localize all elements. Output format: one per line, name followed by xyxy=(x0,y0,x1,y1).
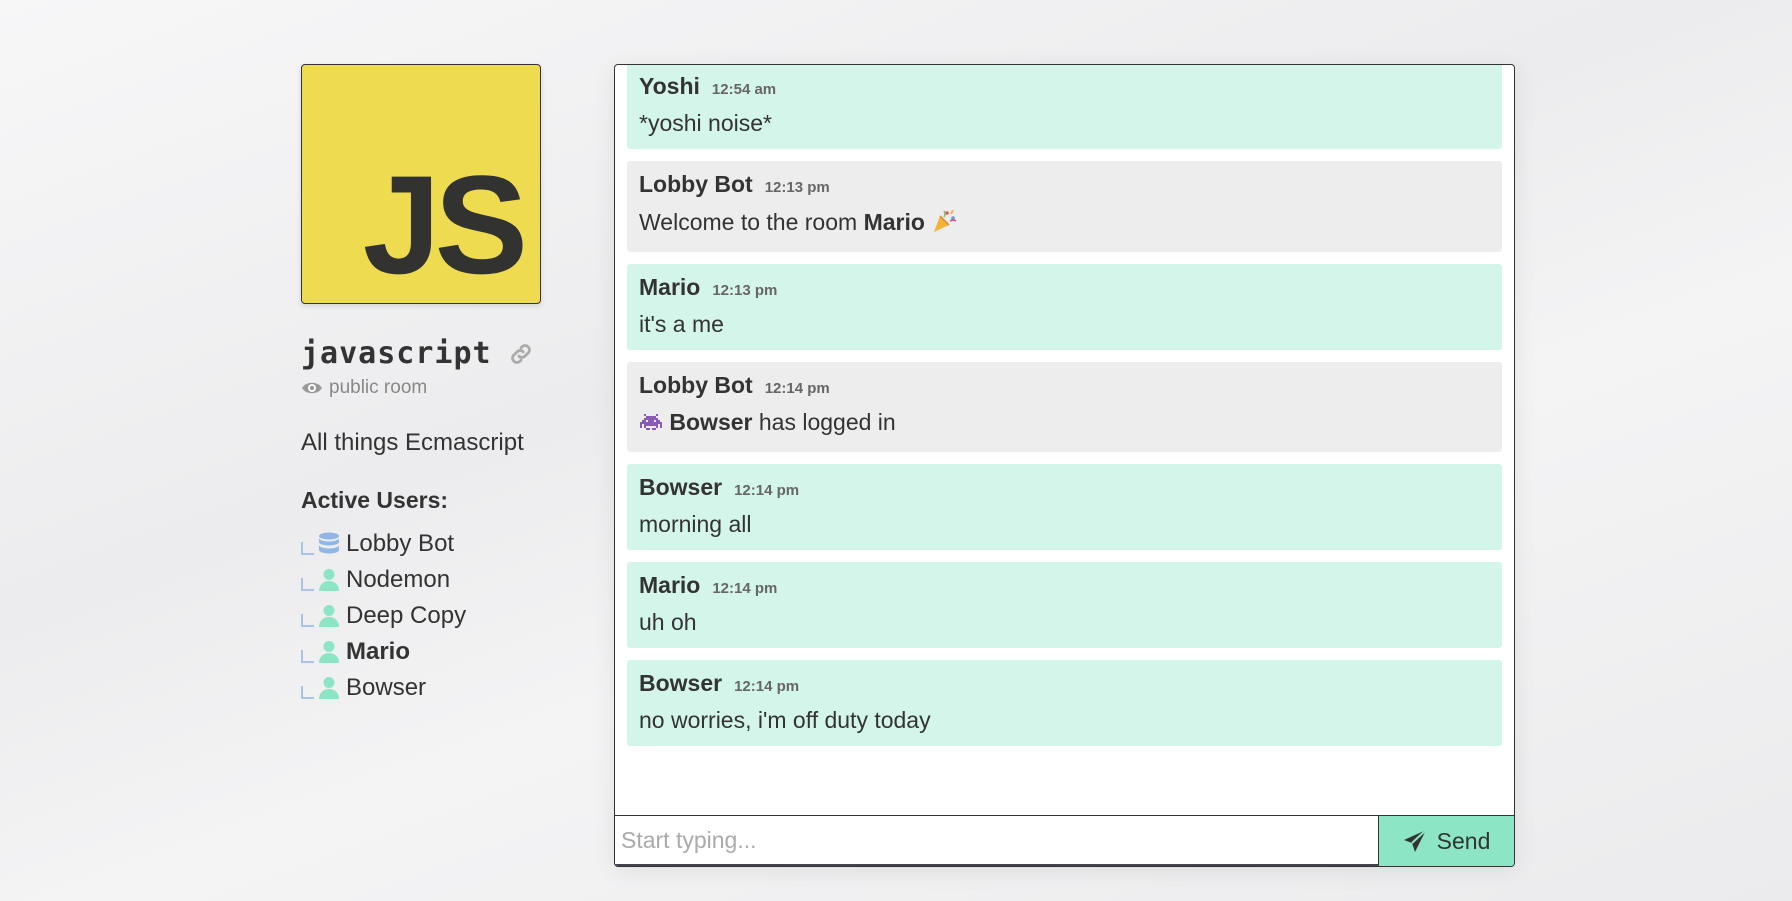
message-composer: Send xyxy=(615,815,1514,866)
active-users-heading: Active Users: xyxy=(301,487,449,513)
user-icon xyxy=(318,676,340,700)
message-time: 12:54 am xyxy=(711,81,777,98)
user-item-nodemon[interactable]: Nodemon xyxy=(301,562,561,598)
tree-connector-icon xyxy=(301,534,314,555)
message-author: Lobby Bot xyxy=(639,171,753,197)
message-highlight-user: Bowser xyxy=(669,409,753,435)
message-text: morning all xyxy=(639,511,752,537)
message-item: Yoshi 12:54 am *yoshi noise* xyxy=(627,65,1502,149)
tree-connector-icon xyxy=(301,606,314,627)
user-item-bowser[interactable]: Bowser xyxy=(301,670,561,706)
message-text: Welcome to the room Mario xyxy=(639,208,1490,240)
message-author: Lobby Bot xyxy=(639,372,753,398)
active-users-list: Lobby Bot Nodemon Deep Copy Mario Bowser xyxy=(301,526,561,706)
message-list[interactable]: Yoshi 12:54 am *yoshi noise* Lobby Bot 1… xyxy=(615,65,1514,817)
message-text: no worries, i'm off duty today xyxy=(639,707,931,733)
message-item: Mario 12:13 pm it's a me xyxy=(627,264,1502,350)
message-item: Lobby Bot 12:13 pm Welcome to the room M… xyxy=(627,161,1502,252)
room-logo: JS xyxy=(301,64,541,304)
room-logo-text: JS xyxy=(362,146,528,303)
room-name: javascript xyxy=(301,336,492,371)
party-popper-icon xyxy=(931,208,957,240)
alien-monster-icon xyxy=(639,412,663,440)
link-icon[interactable] xyxy=(508,341,534,367)
message-header: Mario 12:13 pm xyxy=(639,274,1490,301)
message-author: Mario xyxy=(639,274,701,300)
send-button[interactable]: Send xyxy=(1379,816,1514,866)
message-input[interactable] xyxy=(615,816,1379,866)
message-header: Lobby Bot 12:13 pm xyxy=(639,171,1490,198)
paper-plane-icon xyxy=(1403,829,1427,853)
room-description: All things Ecmascript xyxy=(301,429,524,456)
message-highlight-user: Mario xyxy=(863,209,925,235)
tree-connector-icon xyxy=(301,642,314,663)
message-time: 12:14 pm xyxy=(734,678,800,695)
user-name: Nodemon xyxy=(346,566,451,593)
user-icon xyxy=(318,640,340,664)
message-item: Bowser 12:14 pm no worries, i'm off duty… xyxy=(627,660,1502,746)
message-author: Bowser xyxy=(639,670,723,696)
user-icon xyxy=(318,568,340,592)
message-text: Bowser has logged in xyxy=(639,409,1490,440)
room-sidebar: JS javascript public room All things Ecm… xyxy=(301,64,561,706)
message-header: Lobby Bot 12:14 pm xyxy=(639,372,1490,399)
user-item-deep-copy[interactable]: Deep Copy xyxy=(301,598,561,634)
message-time: 12:14 pm xyxy=(712,580,778,597)
user-item-lobby-bot[interactable]: Lobby Bot xyxy=(301,526,561,562)
message-author: Mario xyxy=(639,572,701,598)
message-text-prefix: Welcome to the room xyxy=(639,209,858,235)
message-header: Mario 12:14 pm xyxy=(639,572,1490,599)
message-item: Bowser 12:14 pm morning all xyxy=(627,464,1502,550)
user-name: Mario xyxy=(346,638,411,665)
user-item-mario[interactable]: Mario xyxy=(301,634,561,670)
tree-connector-icon xyxy=(301,678,314,699)
message-time: 12:14 pm xyxy=(764,380,830,397)
user-name: Bowser xyxy=(346,674,427,701)
visibility-label: public room xyxy=(329,377,428,398)
message-text-suffix: has logged in xyxy=(758,409,896,435)
room-visibility: public room xyxy=(301,377,561,399)
message-text: uh oh xyxy=(639,609,697,635)
room-name-row: javascript xyxy=(301,336,561,371)
message-header: Bowser 12:14 pm xyxy=(639,670,1490,697)
message-author: Yoshi xyxy=(639,73,700,99)
message-text: *yoshi noise* xyxy=(639,110,772,136)
chat-panel: Yoshi 12:54 am *yoshi noise* Lobby Bot 1… xyxy=(614,64,1515,867)
user-icon xyxy=(318,604,340,628)
message-item: Lobby Bot 12:14 pm Bowser has logged in xyxy=(627,362,1502,452)
message-time: 12:14 pm xyxy=(734,482,800,499)
database-icon xyxy=(318,532,340,556)
message-author: Bowser xyxy=(639,474,723,500)
send-label: Send xyxy=(1436,827,1491,854)
message-header: Yoshi 12:54 am xyxy=(639,73,1490,100)
message-time: 12:13 pm xyxy=(712,282,778,299)
message-text: it's a me xyxy=(639,311,724,337)
message-header: Bowser 12:14 pm xyxy=(639,474,1490,501)
message-item: Mario 12:14 pm uh oh xyxy=(627,562,1502,648)
eye-icon xyxy=(301,380,323,396)
user-name: Lobby Bot xyxy=(346,530,455,557)
user-name: Deep Copy xyxy=(346,602,467,629)
message-time: 12:13 pm xyxy=(764,179,830,196)
tree-connector-icon xyxy=(301,570,314,591)
